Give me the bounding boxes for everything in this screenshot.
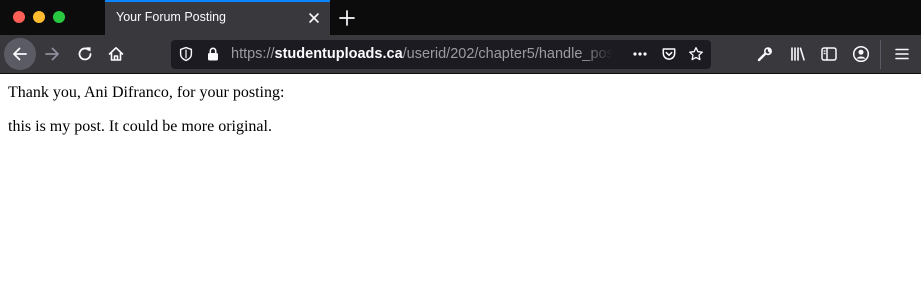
sidebar-icon[interactable] xyxy=(819,44,839,64)
lock-icon[interactable] xyxy=(205,46,221,62)
forward-button[interactable] xyxy=(40,42,64,66)
page-content: Thank you, Ani Difranco, for your postin… xyxy=(0,74,921,295)
library-icon[interactable] xyxy=(788,44,808,64)
window-close-button[interactable] xyxy=(13,11,25,23)
url-scheme: https:// xyxy=(231,46,275,62)
url-path: /userid/202/chapter5/handle_post.php xyxy=(402,46,613,62)
reload-button[interactable] xyxy=(73,42,97,66)
window-zoom-button[interactable] xyxy=(53,11,65,23)
close-icon[interactable] xyxy=(306,10,322,26)
reload-icon xyxy=(78,47,92,61)
home-icon xyxy=(108,47,124,61)
arrow-right-icon xyxy=(45,47,59,61)
arrow-left-icon xyxy=(13,47,27,61)
pocket-icon[interactable] xyxy=(661,46,677,62)
back-button[interactable] xyxy=(4,38,36,70)
tab-strip: Your Forum Posting xyxy=(0,0,921,35)
bookmark-star-icon[interactable] xyxy=(688,46,704,62)
toolbar-separator xyxy=(880,40,881,69)
thank-you-message: Thank you, Ani Difranco, for your postin… xyxy=(8,84,285,101)
menu-icon[interactable] xyxy=(892,44,912,64)
tab-title: Your Forum Posting xyxy=(116,10,227,24)
tab-your-forum-posting[interactable]: Your Forum Posting xyxy=(105,0,330,35)
navigation-toolbar: https://studentuploads.ca/userid/202/cha… xyxy=(0,35,921,74)
wrench-icon[interactable] xyxy=(755,44,775,64)
url-bar[interactable]: https://studentuploads.ca/userid/202/cha… xyxy=(171,40,711,69)
url-host: studentuploads.ca xyxy=(274,46,403,62)
plus-icon[interactable] xyxy=(337,8,357,28)
tracking-protection-shield-icon[interactable] xyxy=(178,46,194,62)
url-text[interactable]: https://studentuploads.ca/userid/202/cha… xyxy=(231,46,613,63)
posted-message: this is my post. It could be more origin… xyxy=(8,118,272,135)
account-icon[interactable] xyxy=(851,44,871,64)
more-actions-icon[interactable] xyxy=(632,46,648,62)
home-button[interactable] xyxy=(104,42,128,66)
window-minimize-button[interactable] xyxy=(33,11,45,23)
